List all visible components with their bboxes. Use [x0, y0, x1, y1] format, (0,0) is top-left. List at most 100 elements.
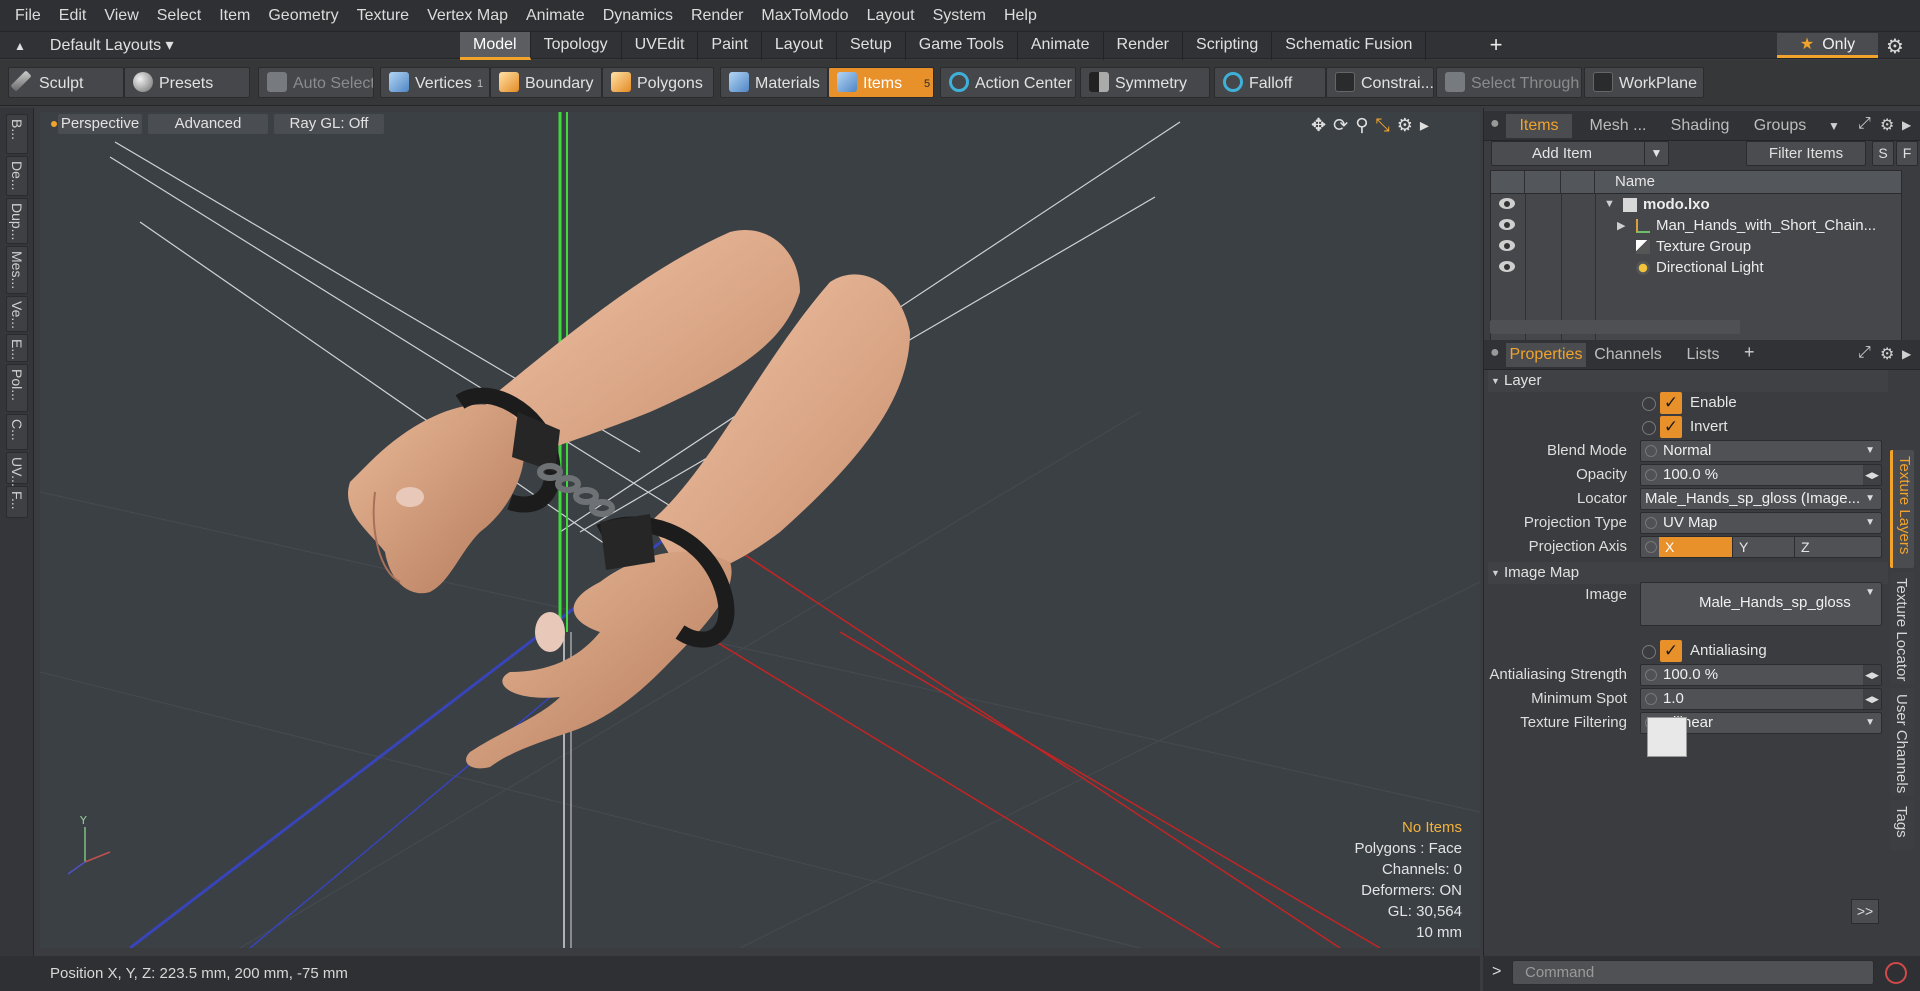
sculpt-button[interactable]: Sculpt: [8, 67, 124, 98]
keyframe-dot[interactable]: [1645, 669, 1657, 681]
tab-setup[interactable]: Setup: [837, 32, 906, 60]
advanced-shading-button[interactable]: Advanced: [148, 114, 268, 134]
visibility-eye-icon[interactable]: [1499, 219, 1515, 230]
panel-arrow-icon[interactable]: ▶: [1902, 347, 1911, 361]
tab-properties[interactable]: Properties: [1506, 343, 1586, 367]
polygons-button[interactable]: Polygons: [602, 67, 714, 98]
item-row-scene[interactable]: ▼ modo.lxo: [1491, 195, 1901, 216]
axis-y-button[interactable]: Y: [1733, 537, 1795, 557]
min-spot-field[interactable]: 1.0 ◀▶: [1640, 688, 1882, 710]
menu-item[interactable]: Item: [210, 0, 259, 31]
tab-items[interactable]: Items: [1506, 114, 1572, 138]
tab-game-tools[interactable]: Game Tools: [906, 32, 1018, 60]
items-button[interactable]: Items: [828, 67, 934, 98]
type-column-icon[interactable]: [1561, 171, 1595, 194]
blend-mode-select[interactable]: Normal ▼: [1640, 440, 1882, 462]
tab-shading[interactable]: Shading: [1660, 114, 1740, 138]
spinner-arrows-icon[interactable]: ◀▶: [1863, 689, 1881, 709]
command-input[interactable]: Command: [1512, 960, 1874, 985]
menu-edit[interactable]: Edit: [50, 0, 96, 31]
add-tab-plus-icon[interactable]: +: [1744, 342, 1755, 363]
drag-handle-icon[interactable]: ●: [1490, 115, 1500, 133]
menu-texture[interactable]: Texture: [348, 0, 418, 31]
panel-gear-icon[interactable]: ⚙: [1880, 344, 1894, 364]
left-strip-tab-5[interactable]: Ve...: [6, 296, 28, 332]
layer-section-header[interactable]: Layer: [1488, 370, 1888, 392]
item-row-directional-light[interactable]: Directional Light: [1491, 258, 1901, 279]
item-row-mesh[interactable]: ▶ Man_Hands_with_Short_Chain...: [1491, 216, 1901, 237]
f-button[interactable]: F: [1896, 141, 1918, 166]
add-tab-plus-icon[interactable]: +: [1486, 32, 1506, 60]
menu-select[interactable]: Select: [148, 0, 210, 31]
image-thumbnail[interactable]: [1647, 717, 1687, 757]
side-tab-texture-locator[interactable]: Texture Locator: [1890, 572, 1914, 684]
spinner-arrows-icon[interactable]: ◀▶: [1863, 665, 1881, 685]
menu-help[interactable]: Help: [995, 0, 1046, 31]
menu-system[interactable]: System: [924, 0, 995, 31]
antialiasing-keyframe-dot[interactable]: [1642, 645, 1656, 659]
visibility-eye-icon[interactable]: [1499, 240, 1515, 251]
antialiasing-checkbox[interactable]: ✓: [1660, 640, 1682, 662]
tab-lists[interactable]: Lists: [1670, 343, 1736, 367]
tab-paint[interactable]: Paint: [698, 32, 762, 60]
name-column-header[interactable]: Name: [1615, 173, 1655, 190]
boundary-button[interactable]: Boundary: [490, 67, 602, 98]
axis-z-button[interactable]: Z: [1795, 537, 1881, 557]
expand-arrow-icon[interactable]: ▶: [1617, 219, 1625, 232]
invert-keyframe-dot[interactable]: [1642, 421, 1656, 435]
action-center-button[interactable]: Action Center: [940, 67, 1076, 98]
only-button[interactable]: ★ Only: [1777, 33, 1878, 58]
falloff-button[interactable]: Falloff: [1214, 67, 1326, 98]
viewport-menu-arrow-icon[interactable]: ▸: [1420, 115, 1436, 135]
maximize-icon[interactable]: ⤡: [1375, 115, 1396, 135]
record-macro-icon[interactable]: [1885, 962, 1907, 984]
workplane-button[interactable]: WorkPlane: [1584, 67, 1704, 98]
drag-handle-icon[interactable]: ●: [1490, 344, 1500, 362]
lock-column-icon[interactable]: [1525, 171, 1561, 194]
menu-dynamics[interactable]: Dynamics: [594, 0, 682, 31]
tab-uvedit[interactable]: UVEdit: [622, 32, 699, 60]
collapse-arrow-icon[interactable]: ▼: [1604, 198, 1615, 210]
opacity-field[interactable]: 100.0 % ◀▶: [1640, 464, 1882, 486]
s-button[interactable]: S: [1872, 141, 1894, 166]
tab-channels[interactable]: Channels: [1590, 343, 1666, 367]
tab-animate[interactable]: Animate: [1018, 32, 1104, 60]
enable-checkbox[interactable]: ✓: [1660, 392, 1682, 414]
side-tab-user-channels[interactable]: User Channels: [1890, 688, 1914, 796]
menu-animate[interactable]: Animate: [517, 0, 594, 31]
tab-topology[interactable]: Topology: [531, 32, 622, 60]
panel-arrow-icon[interactable]: ▶: [1902, 118, 1911, 132]
vertices-button[interactable]: Vertices: [380, 67, 490, 98]
view-mode-button[interactable]: Perspective: [58, 114, 142, 134]
menu-view[interactable]: View: [95, 0, 147, 31]
side-tab-texture-layers[interactable]: Texture Layers: [1890, 450, 1914, 568]
symmetry-button[interactable]: Symmetry: [1080, 67, 1210, 98]
presets-button[interactable]: Presets: [124, 67, 250, 98]
collapse-up-icon[interactable]: ▲: [14, 33, 26, 60]
menu-maxtomodo[interactable]: MaxToModo: [752, 0, 857, 31]
left-strip-tab-6[interactable]: E...: [6, 334, 28, 362]
ray-gl-button[interactable]: Ray GL: Off: [274, 114, 384, 134]
layout-selector[interactable]: ▲ Default Layouts ▾: [14, 32, 174, 60]
panel-gear-icon[interactable]: ⚙: [1880, 115, 1894, 135]
zoom-icon[interactable]: ⚲: [1355, 115, 1375, 135]
tab-groups[interactable]: Groups: [1742, 114, 1818, 138]
image-map-section-header[interactable]: Image Map: [1488, 562, 1888, 584]
tab-render[interactable]: Render: [1104, 32, 1184, 60]
image-select[interactable]: Male_Hands_sp_gloss ▼: [1640, 582, 1882, 626]
menu-render[interactable]: Render: [682, 0, 752, 31]
keyframe-dot[interactable]: [1645, 541, 1657, 553]
more-options-button[interactable]: >>: [1851, 899, 1879, 924]
item-list-scrollbar[interactable]: [1490, 320, 1740, 334]
tab-model[interactable]: Model: [460, 32, 531, 60]
tab-schematic-fusion[interactable]: Schematic Fusion: [1272, 32, 1427, 60]
left-strip-tab-7[interactable]: Pol...: [6, 364, 28, 412]
tab-scripting[interactable]: Scripting: [1183, 32, 1273, 60]
visibility-eye-icon[interactable]: [1499, 198, 1515, 209]
spinner-arrows-icon[interactable]: ◀▶: [1863, 465, 1881, 485]
tab-layout[interactable]: Layout: [762, 32, 837, 60]
panel-dropdown-icon[interactable]: ▼: [1828, 119, 1840, 133]
gear-icon[interactable]: ⚙: [1886, 34, 1904, 59]
item-row-texture-group[interactable]: Texture Group: [1491, 237, 1901, 258]
menu-vertex-map[interactable]: Vertex Map: [418, 0, 517, 31]
